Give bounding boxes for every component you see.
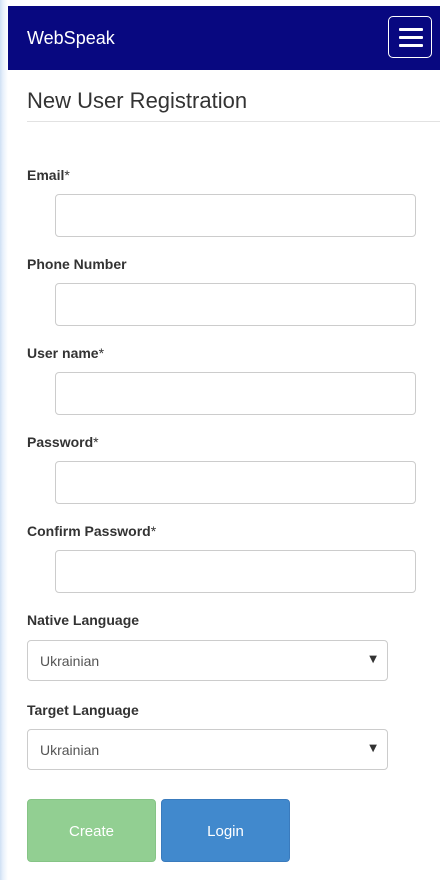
username-field[interactable] — [55, 372, 416, 415]
page-title: New User Registration — [27, 88, 248, 113]
title-divider — [27, 121, 440, 122]
native-language-label: Native Language — [27, 612, 140, 628]
caret-down-icon: ▼ — [369, 654, 377, 665]
password-label: Password* — [27, 434, 99, 450]
native-language-value: Ukrainian — [40, 653, 100, 669]
caret-down-icon: ▼ — [369, 743, 377, 754]
navbar: WebSpeak — [8, 6, 440, 70]
native-language-select[interactable]: Ukrainian ▼ — [27, 640, 388, 681]
phone-label: Phone Number — [27, 256, 127, 272]
target-language-label: Target Language — [27, 702, 139, 718]
username-label: User name* — [27, 345, 105, 361]
create-button[interactable]: Create — [27, 799, 156, 862]
phone-field[interactable] — [55, 283, 416, 326]
email-label: Email* — [27, 167, 70, 183]
confirm-password-label: Confirm Password* — [27, 523, 157, 539]
brand-logo-text[interactable]: WebSpeak — [27, 28, 115, 49]
menu-toggle-button[interactable] — [388, 16, 432, 58]
app-frame: WebSpeak New User Registration Email* Ph… — [0, 0, 440, 880]
login-button[interactable]: Login — [161, 799, 290, 862]
target-language-select[interactable]: Ukrainian ▼ — [27, 729, 388, 770]
registration-form: New User Registration Email* Phone Numbe… — [8, 70, 440, 880]
email-field[interactable] — [55, 194, 416, 237]
confirm-password-field[interactable] — [55, 550, 416, 593]
target-language-value: Ukrainian — [40, 742, 100, 758]
password-field[interactable] — [55, 461, 416, 504]
